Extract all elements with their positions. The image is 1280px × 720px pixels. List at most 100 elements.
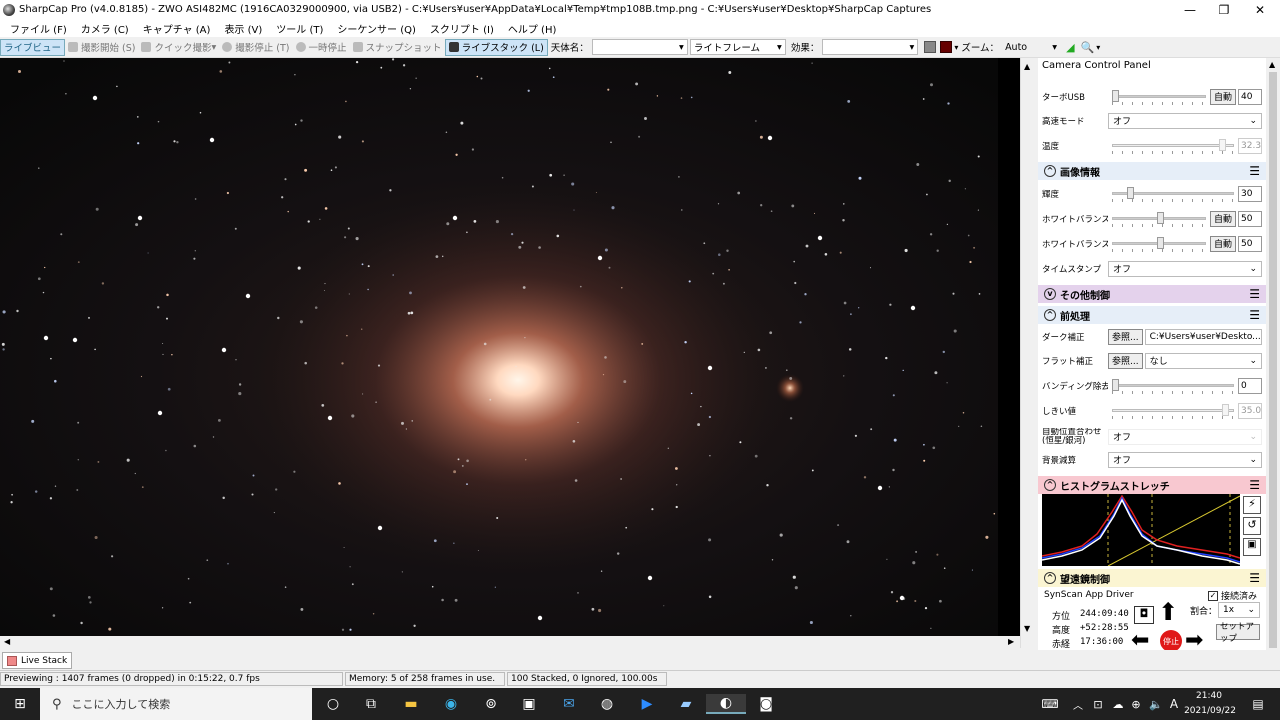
menu-tools[interactable]: ツール (T) — [269, 21, 330, 36]
panel-scroll-thumb[interactable] — [1269, 72, 1277, 648]
expand-icon[interactable]: v — [1044, 288, 1056, 300]
menu-scripting[interactable]: スクリプト (I) — [423, 21, 501, 36]
zoom-in-icon[interactable]: 🔍 — [1081, 41, 1095, 54]
menu-capture[interactable]: キャプチャ (A) — [136, 21, 218, 36]
sharpcap-taskbar-icon[interactable]: ◐ — [706, 694, 746, 714]
chevron-down-icon[interactable]: ▾ — [1096, 43, 1100, 52]
menu-icon[interactable]: ☰ — [1249, 287, 1260, 301]
dark-browse-button[interactable]: 参照... — [1108, 328, 1143, 345]
collapse-icon[interactable]: ^ — [1044, 165, 1056, 177]
clock-time[interactable]: 21:40 — [1186, 691, 1232, 701]
park-icon[interactable]: ◘ — [1134, 606, 1154, 624]
app-icon-black[interactable]: ◙ — [756, 694, 776, 714]
scroll-up-icon[interactable]: ▲ — [1269, 60, 1275, 69]
wb-blue-slider[interactable] — [1112, 236, 1206, 252]
save-icon[interactable]: ▣ — [1243, 538, 1261, 556]
background-subtraction-select[interactable]: オフ ⌄ — [1108, 451, 1262, 468]
onedrive-icon[interactable]: ☁ — [1108, 694, 1128, 714]
dark-file-select[interactable]: C:¥Users¥user¥Deskto...⌄ — [1144, 328, 1262, 345]
stop-slew-button[interactable]: 停止 — [1160, 630, 1182, 650]
target-name-combo[interactable]: ▾ — [591, 39, 688, 55]
menu-help[interactable]: ヘルプ (H) — [501, 21, 564, 36]
effect-select[interactable]: ▾ — [822, 39, 919, 55]
auto-align-select[interactable]: オフ ⌄ — [1108, 428, 1262, 445]
setup-button[interactable]: セットアップ — [1216, 622, 1260, 644]
ime-indicator[interactable]: A — [1164, 694, 1184, 714]
volume-icon[interactable]: 🔈 — [1146, 694, 1166, 714]
live-view-button[interactable]: ライブビュー — [0, 38, 66, 56]
live-stack-tab[interactable]: Live Stack — [2, 652, 73, 669]
connected-checkbox[interactable]: ✓ 接続済み — [1208, 589, 1257, 602]
close-button[interactable]: ✕ — [1242, 0, 1278, 19]
arrow-left-icon[interactable]: ⬅ — [1131, 630, 1149, 651]
arrow-right-icon[interactable]: ➡ — [1185, 630, 1203, 651]
telescope-header[interactable]: ^ 望遠鏡制御 ☰ — [1038, 569, 1266, 587]
turbo-usb-auto-button[interactable]: 自動 — [1209, 88, 1236, 105]
wb-red-slider[interactable] — [1112, 211, 1206, 227]
lightning-icon[interactable]: ⚡ — [1243, 496, 1261, 514]
app-icon-globe[interactable]: ◍ — [597, 694, 617, 714]
image-info-header[interactable]: ^ 画像情報 ☰ — [1038, 162, 1266, 180]
scroll-right-icon[interactable]: ▶ — [1008, 637, 1014, 646]
menu-file[interactable]: ファイル (F) — [0, 21, 74, 36]
maximize-button[interactable]: ❐ — [1206, 0, 1242, 19]
histogram-header[interactable]: ^ ヒストグラムストレッチ ☰ — [1038, 476, 1266, 494]
frame-type-select[interactable]: ライトフレーム ▾ — [689, 39, 786, 55]
app-icon-ring[interactable]: ⊚ — [481, 694, 501, 714]
zoom-select[interactable]: Auto ▾ — [1002, 39, 1061, 55]
menu-icon[interactable]: ☰ — [1249, 308, 1260, 322]
menu-icon[interactable]: ☰ — [1249, 478, 1260, 492]
menu-view[interactable]: 表示 (V) — [217, 21, 269, 36]
live-stack-button[interactable]: ライブスタック (L) — [444, 38, 548, 56]
minimize-button[interactable]: — — [1172, 0, 1208, 19]
histogram-chart[interactable] — [1041, 494, 1241, 567]
preview-horizontal-scrollbar[interactable]: ◀ ▶ — [0, 636, 1020, 648]
panel-scrollbar[interactable]: ▲ — [1266, 58, 1280, 650]
color-swatch-red[interactable] — [940, 41, 953, 53]
menu-sequencer[interactable]: シーケンサー (Q) — [330, 21, 423, 36]
menu-camera[interactable]: カメラ (C) — [74, 21, 136, 36]
notification-icon[interactable]: ▤ — [1248, 694, 1268, 714]
file-explorer-icon[interactable]: ▬ — [401, 694, 421, 714]
brightness-slider[interactable] — [1112, 186, 1234, 202]
scroll-up-icon[interactable]: ▲ — [1024, 62, 1030, 71]
arrow-up-icon[interactable]: ⬆ — [1158, 600, 1178, 624]
windows-start-icon[interactable]: ⊞ — [10, 694, 30, 714]
task-view-icon[interactable]: ⧉ — [361, 694, 381, 714]
wb-red-value[interactable]: 50 — [1238, 210, 1262, 227]
high-speed-select[interactable]: オフ ⌄ — [1108, 112, 1262, 129]
turbo-usb-slider[interactable] — [1112, 89, 1206, 105]
preview-vertical-scrollbar[interactable]: ▲ ▼ — [1020, 58, 1036, 648]
color-swatch-gray[interactable] — [924, 41, 937, 53]
flat-browse-button[interactable]: 参照... — [1108, 352, 1143, 369]
pause-button[interactable]: 一時停止 — [293, 39, 350, 56]
app-icon-notepad[interactable]: ▰ — [676, 694, 696, 714]
globe-icon[interactable]: ⊕ — [1126, 694, 1146, 714]
scroll-down-icon[interactable]: ▼ — [1024, 624, 1030, 633]
zoom-app-icon[interactable]: ▶ — [637, 694, 657, 714]
brightness-value[interactable]: 30 — [1238, 185, 1262, 202]
store-icon[interactable]: ▣ — [519, 694, 539, 714]
camera-preview[interactable] — [0, 58, 1020, 636]
stop-capture-button[interactable]: 撮影停止 (T) — [219, 39, 292, 56]
histogram-icon[interactable]: ◢ — [1066, 41, 1074, 54]
collapse-icon[interactable]: ^ — [1044, 572, 1056, 584]
preprocess-header[interactable]: ^ 前処理 ☰ — [1038, 306, 1266, 324]
edge-icon[interactable]: ◉ — [441, 694, 461, 714]
cortana-icon[interactable]: ○ — [323, 694, 343, 714]
menu-icon[interactable]: ☰ — [1249, 164, 1260, 178]
wb-blue-value[interactable]: 50 — [1238, 235, 1262, 252]
turbo-usb-value[interactable]: 40 — [1238, 88, 1262, 105]
clock-date[interactable]: 2021/09/22 — [1182, 706, 1238, 716]
start-capture-button[interactable]: 撮影開始 (S) — [65, 39, 138, 56]
flat-file-select[interactable]: なし ⌄ — [1144, 352, 1262, 369]
taskbar-search-box[interactable]: ⚲ ここに入力して検索 — [40, 688, 312, 720]
wb-red-auto-button[interactable]: 自動 — [1209, 210, 1236, 227]
network-icon[interactable]: ⊡ — [1088, 694, 1108, 714]
scroll-left-icon[interactable]: ◀ — [4, 637, 10, 646]
keyboard-icon[interactable]: ⌨ — [1040, 694, 1060, 714]
menu-icon[interactable]: ☰ — [1249, 571, 1260, 585]
rate-select[interactable]: 1x ⌄ — [1218, 602, 1260, 618]
collapse-icon[interactable]: ^ — [1044, 309, 1056, 321]
banding-slider[interactable] — [1112, 378, 1234, 394]
